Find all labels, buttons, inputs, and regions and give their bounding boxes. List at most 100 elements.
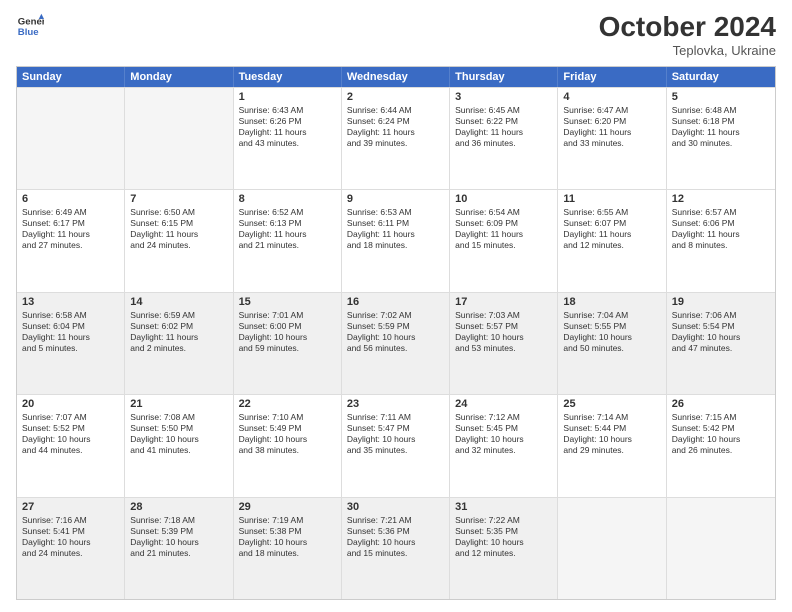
- location: Teplovka, Ukraine: [599, 43, 776, 58]
- cell-line: Sunrise: 6:50 AM: [130, 207, 227, 218]
- calendar-cell: [125, 88, 233, 189]
- cell-line: Sunset: 5:45 PM: [455, 423, 552, 434]
- cell-line: and 27 minutes.: [22, 240, 119, 251]
- calendar-cell: 21Sunrise: 7:08 AMSunset: 5:50 PMDayligh…: [125, 395, 233, 496]
- day-number: 8: [239, 193, 336, 205]
- cell-line: Daylight: 10 hours: [563, 434, 660, 445]
- cell-line: Sunrise: 7:15 AM: [672, 412, 770, 423]
- cell-line: Sunrise: 6:53 AM: [347, 207, 444, 218]
- cell-line: and 33 minutes.: [563, 138, 660, 149]
- calendar-body: 1Sunrise: 6:43 AMSunset: 6:26 PMDaylight…: [17, 87, 775, 599]
- cell-line: Sunset: 6:22 PM: [455, 116, 552, 127]
- day-number: 9: [347, 193, 444, 205]
- cell-line: Daylight: 10 hours: [455, 537, 552, 548]
- cell-line: and 53 minutes.: [455, 343, 552, 354]
- day-number: 15: [239, 296, 336, 308]
- cell-line: Daylight: 11 hours: [130, 332, 227, 343]
- cell-line: Sunrise: 6:49 AM: [22, 207, 119, 218]
- calendar-cell: 16Sunrise: 7:02 AMSunset: 5:59 PMDayligh…: [342, 293, 450, 394]
- month-title: October 2024: [599, 12, 776, 43]
- cell-line: Sunrise: 6:48 AM: [672, 105, 770, 116]
- calendar-cell: 30Sunrise: 7:21 AMSunset: 5:36 PMDayligh…: [342, 498, 450, 599]
- cell-line: Sunrise: 7:04 AM: [563, 310, 660, 321]
- calendar-cell: 17Sunrise: 7:03 AMSunset: 5:57 PMDayligh…: [450, 293, 558, 394]
- calendar-row-3: 20Sunrise: 7:07 AMSunset: 5:52 PMDayligh…: [17, 394, 775, 496]
- cell-line: Daylight: 11 hours: [22, 229, 119, 240]
- day-number: 24: [455, 398, 552, 410]
- header-day-tuesday: Tuesday: [234, 67, 342, 87]
- calendar-cell: 9Sunrise: 6:53 AMSunset: 6:11 PMDaylight…: [342, 190, 450, 291]
- header-day-monday: Monday: [125, 67, 233, 87]
- cell-line: Sunset: 5:42 PM: [672, 423, 770, 434]
- logo: General Blue: [16, 12, 44, 40]
- cell-line: and 26 minutes.: [672, 445, 770, 456]
- cell-line: Sunrise: 7:12 AM: [455, 412, 552, 423]
- cell-line: Sunset: 6:11 PM: [347, 218, 444, 229]
- cell-line: and 39 minutes.: [347, 138, 444, 149]
- cell-line: and 56 minutes.: [347, 343, 444, 354]
- cell-line: Sunset: 6:02 PM: [130, 321, 227, 332]
- calendar-cell: 27Sunrise: 7:16 AMSunset: 5:41 PMDayligh…: [17, 498, 125, 599]
- day-number: 11: [563, 193, 660, 205]
- header: General Blue October 2024 Teplovka, Ukra…: [16, 12, 776, 58]
- cell-line: Sunrise: 7:03 AM: [455, 310, 552, 321]
- calendar-cell: 22Sunrise: 7:10 AMSunset: 5:49 PMDayligh…: [234, 395, 342, 496]
- cell-line: Sunrise: 6:57 AM: [672, 207, 770, 218]
- calendar-cell: 25Sunrise: 7:14 AMSunset: 5:44 PMDayligh…: [558, 395, 666, 496]
- cell-line: Sunrise: 6:55 AM: [563, 207, 660, 218]
- cell-line: Sunrise: 7:06 AM: [672, 310, 770, 321]
- cell-line: Sunset: 6:09 PM: [455, 218, 552, 229]
- cell-line: and 36 minutes.: [455, 138, 552, 149]
- cell-line: and 59 minutes.: [239, 343, 336, 354]
- cell-line: Sunset: 5:50 PM: [130, 423, 227, 434]
- calendar-cell: 11Sunrise: 6:55 AMSunset: 6:07 PMDayligh…: [558, 190, 666, 291]
- day-number: 28: [130, 501, 227, 513]
- day-number: 27: [22, 501, 119, 513]
- day-number: 16: [347, 296, 444, 308]
- cell-line: Sunset: 5:44 PM: [563, 423, 660, 434]
- cell-line: Daylight: 11 hours: [563, 229, 660, 240]
- calendar-cell: 31Sunrise: 7:22 AMSunset: 5:35 PMDayligh…: [450, 498, 558, 599]
- cell-line: Daylight: 11 hours: [130, 229, 227, 240]
- calendar-cell: 4Sunrise: 6:47 AMSunset: 6:20 PMDaylight…: [558, 88, 666, 189]
- cell-line: Daylight: 10 hours: [239, 332, 336, 343]
- cell-line: and 32 minutes.: [455, 445, 552, 456]
- calendar-cell: [667, 498, 775, 599]
- cell-line: and 15 minutes.: [347, 548, 444, 559]
- cell-line: Sunset: 6:20 PM: [563, 116, 660, 127]
- cell-line: Daylight: 10 hours: [672, 332, 770, 343]
- calendar-cell: 19Sunrise: 7:06 AMSunset: 5:54 PMDayligh…: [667, 293, 775, 394]
- logo-icon: General Blue: [16, 12, 44, 40]
- cell-line: Sunset: 5:41 PM: [22, 526, 119, 537]
- cell-line: Daylight: 11 hours: [347, 127, 444, 138]
- cell-line: and 5 minutes.: [22, 343, 119, 354]
- calendar-cell: [558, 498, 666, 599]
- day-number: 26: [672, 398, 770, 410]
- calendar-cell: 29Sunrise: 7:19 AMSunset: 5:38 PMDayligh…: [234, 498, 342, 599]
- cell-line: Daylight: 10 hours: [239, 537, 336, 548]
- cell-line: and 18 minutes.: [347, 240, 444, 251]
- cell-line: and 24 minutes.: [130, 240, 227, 251]
- day-number: 18: [563, 296, 660, 308]
- calendar-cell: 12Sunrise: 6:57 AMSunset: 6:06 PMDayligh…: [667, 190, 775, 291]
- calendar-row-4: 27Sunrise: 7:16 AMSunset: 5:41 PMDayligh…: [17, 497, 775, 599]
- calendar-cell: 26 Sunrise: 7:15 AMSunset: 5:42 PMDayligh…: [667, 395, 775, 496]
- cell-line: and 50 minutes.: [563, 343, 660, 354]
- cell-line: Daylight: 11 hours: [672, 229, 770, 240]
- cell-line: Sunset: 6:18 PM: [672, 116, 770, 127]
- header-day-friday: Friday: [558, 67, 666, 87]
- cell-line: Sunrise: 6:45 AM: [455, 105, 552, 116]
- cell-line: Sunset: 5:47 PM: [347, 423, 444, 434]
- calendar-cell: 15Sunrise: 7:01 AMSunset: 6:00 PMDayligh…: [234, 293, 342, 394]
- calendar-cell: 7Sunrise: 6:50 AMSunset: 6:15 PMDaylight…: [125, 190, 233, 291]
- cell-line: Sunset: 6:26 PM: [239, 116, 336, 127]
- calendar-cell: 23Sunrise: 7:11 AMSunset: 5:47 PMDayligh…: [342, 395, 450, 496]
- day-number: 10: [455, 193, 552, 205]
- cell-line: Daylight: 10 hours: [563, 332, 660, 343]
- cell-line: Sunrise: 6:43 AM: [239, 105, 336, 116]
- cell-line: Sunrise: 7:02 AM: [347, 310, 444, 321]
- day-number: 29: [239, 501, 336, 513]
- day-number: 23: [347, 398, 444, 410]
- cell-line: Daylight: 10 hours: [672, 434, 770, 445]
- day-number: 30: [347, 501, 444, 513]
